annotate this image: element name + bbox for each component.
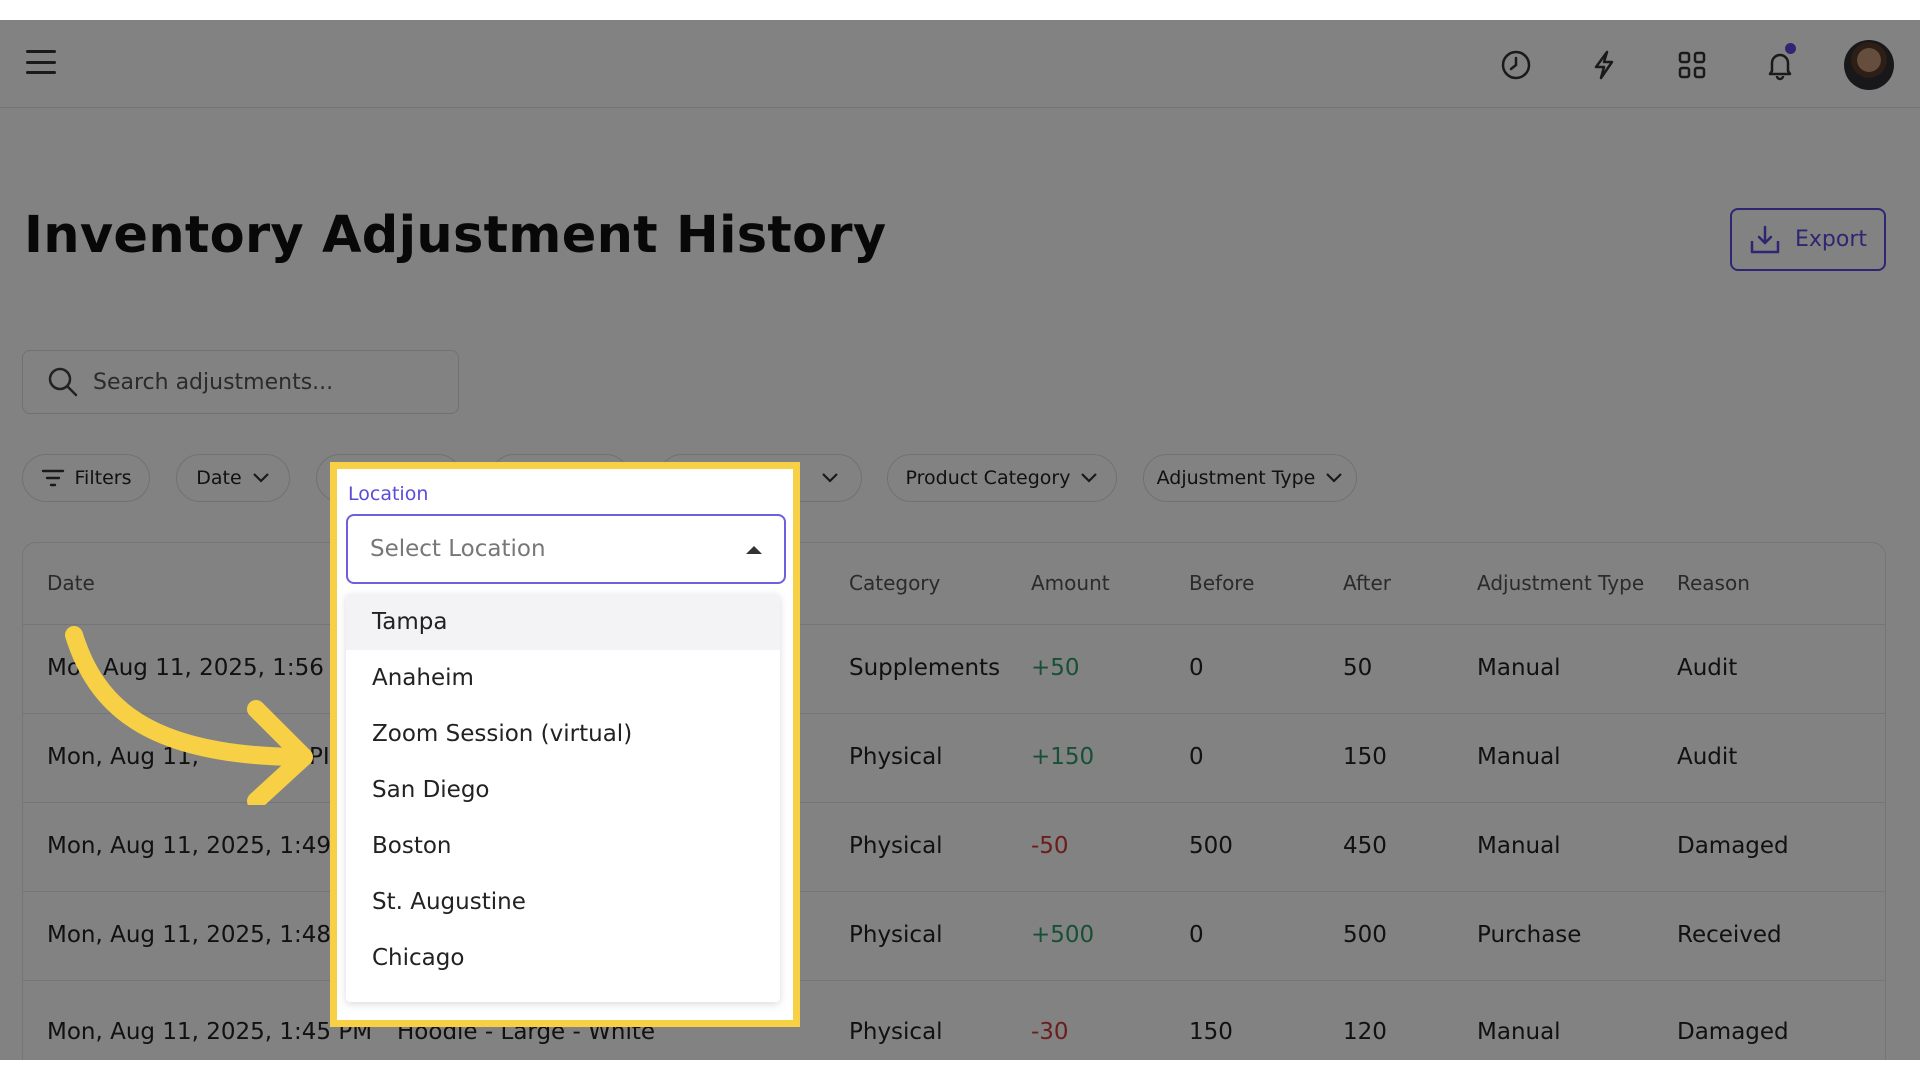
arrow-pointer bbox=[65, 626, 313, 805]
location-label: Location bbox=[348, 483, 429, 505]
location-option[interactable]: St. Augustine bbox=[346, 874, 780, 930]
location-select[interactable]: Select Location bbox=[346, 514, 786, 584]
location-select-placeholder: Select Location bbox=[370, 536, 546, 562]
location-option[interactable]: Anaheim bbox=[346, 650, 780, 706]
location-option[interactable]: San Diego bbox=[346, 762, 780, 818]
caret-up-icon[interactable] bbox=[746, 546, 762, 554]
app-frame: Inventory Adjustment History Export Filt… bbox=[0, 20, 1920, 1060]
location-dropdown-panel: Location Select Location Tampa Anaheim Z… bbox=[330, 462, 800, 1027]
location-option[interactable]: Tampa bbox=[346, 594, 780, 650]
location-options-list: Tampa Anaheim Zoom Session (virtual) San… bbox=[346, 594, 780, 1002]
location-option[interactable]: Chicago bbox=[346, 930, 780, 986]
location-option[interactable]: Boston bbox=[346, 818, 780, 874]
location-option[interactable]: Zoom Session (virtual) bbox=[346, 706, 780, 762]
dim-overlay bbox=[0, 20, 1920, 1060]
